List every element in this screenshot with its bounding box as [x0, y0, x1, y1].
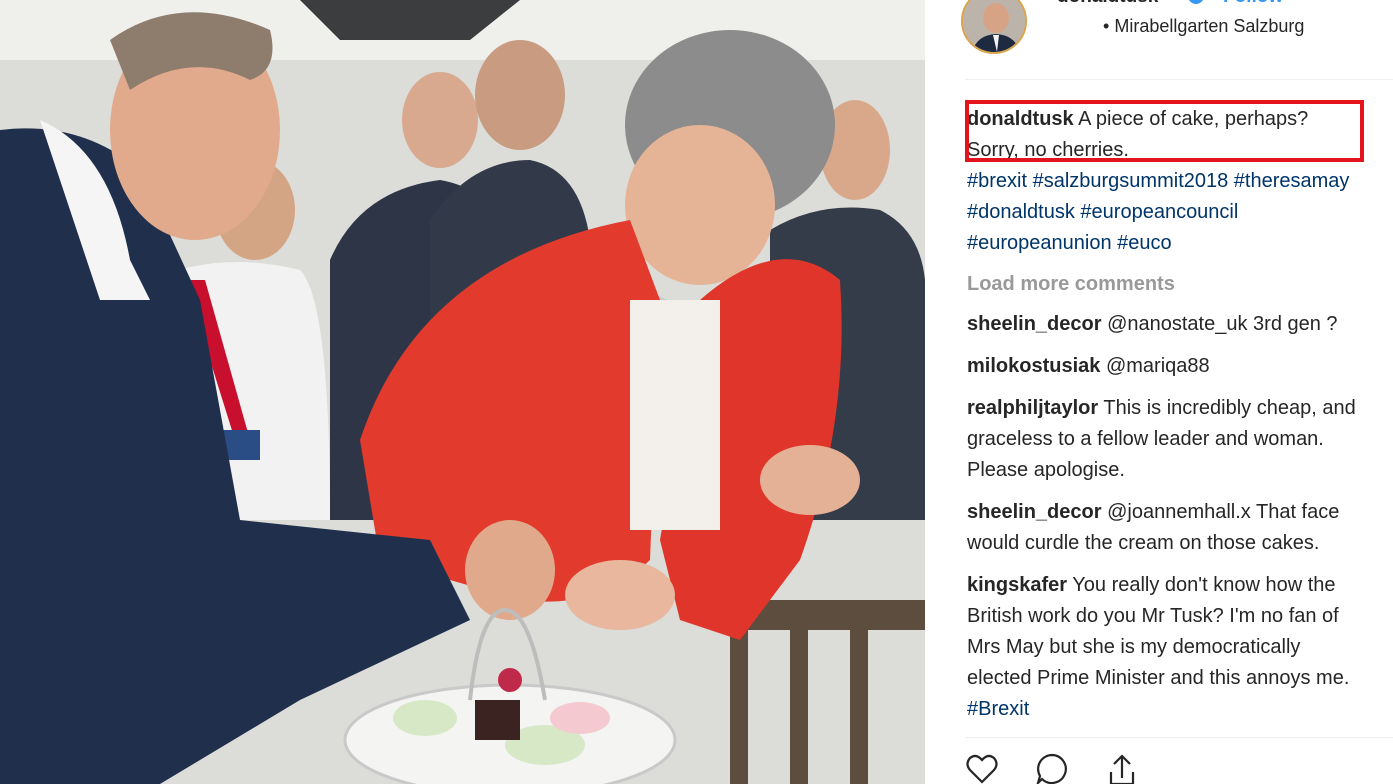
comment-username[interactable]: sheelin_decor	[967, 313, 1102, 335]
caption-hashtags-2[interactable]: #donaldtusk #europeancouncil	[967, 197, 1393, 228]
comment-icon[interactable]	[1035, 752, 1069, 784]
post-header: donaldtusk Follow • Mirabellgarten Salzb…	[961, 0, 1393, 60]
comment-item: sheelin_decor @nanostate_uk 3rd gen ?	[967, 309, 1393, 340]
location-label: Mirabellgarten Salzburg	[1114, 16, 1305, 36]
photo-illustration	[0, 0, 925, 784]
comment-username[interactable]: milokostusiak	[967, 355, 1100, 377]
caption-hashtags-3[interactable]: #europeanunion #euco	[967, 228, 1393, 259]
heart-icon[interactable]	[965, 752, 999, 784]
comment-item: realphiljtaylor This is incredibly cheap…	[967, 393, 1393, 486]
divider	[965, 79, 1393, 80]
comment-text: @nanostate_uk 3rd gen ?	[1107, 313, 1338, 335]
comment-username[interactable]: sheelin_decor	[967, 501, 1102, 523]
comment-text: @mariqa88	[1105, 355, 1210, 377]
comment-hashtag[interactable]: #Brexit	[967, 694, 1393, 725]
comment-username[interactable]: realphiljtaylor	[967, 397, 1098, 419]
caption-line-1: donaldtusk A piece of cake, perhaps?	[967, 104, 1393, 135]
comment-username[interactable]: kingskafer	[967, 574, 1067, 596]
comment-text: British work do you Mr Tusk? I'm no fan …	[967, 605, 1339, 627]
comment-text: Mrs May but she is my democratically	[967, 636, 1301, 658]
load-more-comments-button[interactable]: Load more comments	[967, 269, 1393, 300]
comments-list: donaldtusk A piece of cake, perhaps? Sor…	[967, 104, 1393, 736]
comment-text: graceless to a fellow leader and woman.	[967, 428, 1324, 450]
post-username[interactable]: donaldtusk	[1057, 0, 1158, 8]
comment-text: elected Prime Minister and this annoys m…	[967, 667, 1350, 689]
comment-text: You really don't know how the	[1072, 574, 1336, 596]
verified-badge-icon	[1188, 0, 1204, 4]
caption-hashtags-1[interactable]: #brexit #salzburgsummit2018 #theresamay	[967, 166, 1393, 197]
caption-text-1: A piece of cake, perhaps?	[1078, 108, 1309, 130]
avatar[interactable]	[961, 0, 1027, 54]
comment-text: @joannemhall.x That face	[1107, 501, 1340, 523]
post-location[interactable]: • Mirabellgarten Salzburg	[1103, 16, 1304, 37]
avatar-image	[963, 0, 1025, 52]
follow-button[interactable]: Follow	[1223, 0, 1283, 8]
divider	[965, 737, 1393, 738]
caption-line-2: Sorry, no cherries.	[967, 139, 1129, 161]
share-icon[interactable]	[1105, 752, 1139, 784]
post-photo[interactable]	[0, 0, 925, 784]
post-actions	[965, 752, 1265, 784]
post-sidebar: donaldtusk Follow • Mirabellgarten Salzb…	[925, 0, 1393, 784]
comment-text: This is incredibly cheap, and	[1103, 397, 1356, 419]
caption-username[interactable]: donaldtusk	[967, 108, 1074, 130]
comment-text: would curdle the cream on those cakes.	[967, 532, 1320, 554]
comment-text: Please apologise.	[967, 459, 1125, 481]
comment-item: sheelin_decor @joannemhall.x That face w…	[967, 497, 1393, 559]
comment-item: milokostusiak @mariqa88	[967, 351, 1393, 382]
location-bullet: •	[1103, 16, 1110, 36]
comment-item: kingskafer You really don't know how the…	[967, 570, 1393, 725]
